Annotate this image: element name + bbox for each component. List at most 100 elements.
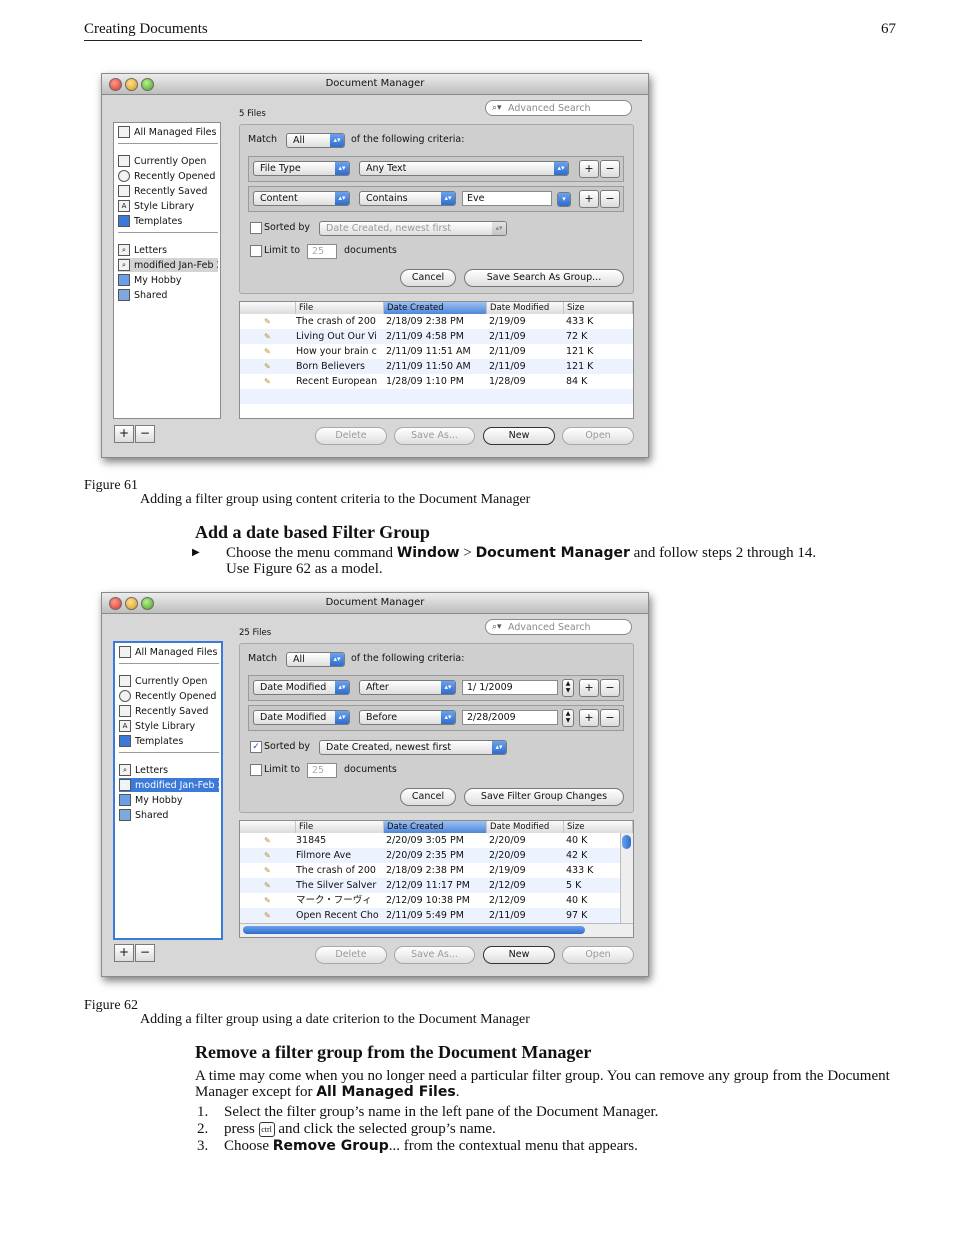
save-search-as-group-button[interactable]: Save Search As Group...: [464, 269, 624, 287]
table-row[interactable]: ✎ Born Believers 2/11/09 11:50 AM 2/11/09 12…: [240, 359, 633, 374]
save-as-button[interactable]: Save As...: [394, 427, 475, 445]
limit-field[interactable]: 25: [307, 244, 337, 259]
sidebar-item-all-files[interactable]: All Managed Files: [119, 645, 219, 659]
table-row[interactable]: ✎ 31845 2/20/09 3:05 PM 2/20/09 40 K: [240, 833, 633, 848]
delete-button[interactable]: Delete: [315, 427, 387, 445]
file-column-header[interactable]: File: [296, 302, 384, 314]
operator-popup[interactable]: Contains ▴▾: [359, 191, 456, 206]
sidebar-item-shared[interactable]: Shared: [118, 288, 218, 302]
sorted-by-checkbox[interactable]: [250, 222, 262, 234]
size-column-header[interactable]: Size: [564, 821, 633, 833]
field-popup[interactable]: Date Modified ▴▾: [253, 680, 350, 695]
sidebar-item-style-library[interactable]: A Style Library: [119, 719, 219, 733]
add-criterion-button[interactable]: +: [579, 709, 599, 727]
criterion-value-field[interactable]: Eve: [462, 191, 552, 206]
scroll-thumb[interactable]: [243, 926, 585, 934]
table-row[interactable]: ✎ The Silver Salver 2/12/09 11:17 PM 2/12/0…: [240, 878, 633, 893]
sidebar-item-currently-open[interactable]: Currently Open: [118, 154, 218, 168]
operator-popup[interactable]: After ▴▾: [359, 680, 456, 695]
table-row[interactable]: ✎ The crash of 200 2/18/09 2:38 PM 2/19/09 4…: [240, 863, 633, 878]
sidebar-item-recently-saved[interactable]: Recently Saved: [118, 184, 218, 198]
sidebar-item-all-files[interactable]: All Managed Files: [118, 125, 218, 139]
limit-checkbox[interactable]: [250, 764, 262, 776]
vertical-scrollbar[interactable]: [620, 833, 633, 923]
date-stepper[interactable]: ▲ ▼: [562, 679, 574, 697]
new-button[interactable]: New: [483, 427, 555, 445]
limit-checkbox[interactable]: [250, 245, 262, 257]
sidebar-item-style-library[interactable]: A Style Library: [118, 199, 218, 213]
limit-label: Limit to: [264, 764, 301, 775]
cancel-button[interactable]: Cancel: [400, 788, 456, 806]
sort-order-popup[interactable]: Date Created, newest first ▴▾: [319, 740, 507, 755]
size-column-header[interactable]: Size: [564, 302, 633, 314]
sidebar-item-templates[interactable]: Templates: [118, 214, 218, 228]
date-stepper[interactable]: ▲ ▼: [562, 709, 574, 727]
table-row[interactable]: ✎ Recent European 1/28/09 1:10 PM 1/28/09 84…: [240, 374, 633, 389]
add-criterion-button[interactable]: +: [579, 679, 599, 697]
sidebar-item-modified-jan-feb[interactable]: ⌕modified Jan-Feb 2009: [118, 258, 218, 272]
sidebar: All Managed Files Currently Open Recentl…: [113, 122, 221, 419]
new-button[interactable]: New: [483, 946, 555, 964]
remove-criterion-button[interactable]: −: [600, 160, 620, 178]
remove-criterion-button[interactable]: −: [600, 190, 620, 208]
match-popup[interactable]: All ▴▾: [286, 133, 345, 148]
sidebar-item-recently-opened[interactable]: Recently Opened: [118, 169, 218, 183]
date-value-field[interactable]: 1/ 1/2009: [462, 680, 558, 695]
remove-group-button[interactable]: −: [135, 944, 155, 962]
cancel-button[interactable]: Cancel: [400, 269, 456, 287]
sort-order-popup[interactable]: Date Created, newest first ▴▾: [319, 221, 507, 236]
sidebar-item-recently-opened[interactable]: Recently Opened: [119, 689, 219, 703]
popup-arrow-icon: ▴▾: [330, 134, 344, 147]
table-row[interactable]: ✎ マーク・フーヴィ 2/12/09 10:38 PM 2/12/09 40 K: [240, 893, 633, 908]
delete-button[interactable]: Delete: [315, 946, 387, 964]
sidebar-item-shared[interactable]: Shared: [119, 808, 219, 822]
table-row[interactable]: ✎ The crash of 200 2/18/09 2:38 PM 2/19/09 4…: [240, 314, 633, 329]
table-row[interactable]: ✎ How your brain c 2/11/09 11:51 AM 2/11/09…: [240, 344, 633, 359]
table-row[interactable]: ✎ Living Out Our Vi 2/11/09 4:58 PM 2/11/09…: [240, 329, 633, 344]
sidebar-item-letters[interactable]: ⌕ Letters: [118, 243, 218, 257]
open-button[interactable]: Open: [562, 427, 634, 445]
search-icon: ⌕: [118, 244, 130, 256]
sidebar-item-my-hobby[interactable]: My Hobby: [118, 273, 218, 287]
sidebar-item-letters[interactable]: ⌕ Letters: [119, 763, 219, 777]
advanced-search-field[interactable]: ⌕▾ Advanced Search: [485, 619, 632, 635]
sidebar-item-templates[interactable]: Templates: [119, 734, 219, 748]
sidebar-item-my-hobby[interactable]: My Hobby: [119, 793, 219, 807]
add-criterion-button[interactable]: +: [579, 160, 599, 178]
date-modified-column-header[interactable]: Date Modified: [487, 821, 564, 833]
date-created-column-header[interactable]: Date Created: [384, 821, 487, 833]
limit-field[interactable]: 25: [307, 763, 337, 778]
save-filter-group-changes-button[interactable]: Save Filter Group Changes: [464, 788, 624, 806]
remove-criterion-button[interactable]: −: [600, 679, 620, 697]
field-popup[interactable]: Content ▴▾: [253, 191, 350, 206]
match-popup[interactable]: All ▴▾: [286, 652, 345, 667]
operator-popup[interactable]: Before ▴▾: [359, 710, 456, 725]
table-row[interactable]: ✎ Filmore Ave 2/20/09 2:35 PM 2/20/09 42 K: [240, 848, 633, 863]
field-popup[interactable]: Date Modified ▴▾: [253, 710, 350, 725]
open-button[interactable]: Open: [562, 946, 634, 964]
step-text: Choose Remove Group... from the contextu…: [224, 1138, 638, 1154]
document-icon: ✎: [264, 362, 271, 371]
sidebar-item-modified-jan-feb[interactable]: ⌕modified Jan-Feb 2009: [119, 778, 219, 792]
sidebar-item-currently-open[interactable]: Currently Open: [119, 674, 219, 688]
sorted-by-checkbox[interactable]: ✓: [250, 741, 262, 753]
save-as-button[interactable]: Save As...: [394, 946, 475, 964]
document-icon: ✎: [264, 896, 271, 905]
add-group-button[interactable]: +: [114, 425, 134, 443]
date-value-field[interactable]: 2/28/2009: [462, 710, 558, 725]
date-created-column-header[interactable]: Date Created: [384, 302, 487, 314]
sidebar-item-recently-saved[interactable]: Recently Saved: [119, 704, 219, 718]
field-popup[interactable]: File Type ▴▾: [253, 161, 350, 176]
value-options-popup[interactable]: ▾: [557, 192, 571, 207]
table-row[interactable]: ✎ Open Recent Cho 2/11/09 5:49 PM 2/11/09 97…: [240, 908, 633, 923]
operator-popup[interactable]: Any Text ▴▾: [359, 161, 569, 176]
add-group-button[interactable]: +: [114, 944, 134, 962]
file-column-header[interactable]: File: [296, 821, 384, 833]
date-modified-column-header[interactable]: Date Modified: [487, 302, 564, 314]
advanced-search-field[interactable]: ⌕▾ Advanced Search: [485, 100, 632, 116]
scroll-thumb[interactable]: [622, 835, 631, 849]
horizontal-scrollbar[interactable]: [240, 923, 633, 937]
remove-criterion-button[interactable]: −: [600, 709, 620, 727]
remove-group-button[interactable]: −: [135, 425, 155, 443]
add-criterion-button[interactable]: +: [579, 190, 599, 208]
